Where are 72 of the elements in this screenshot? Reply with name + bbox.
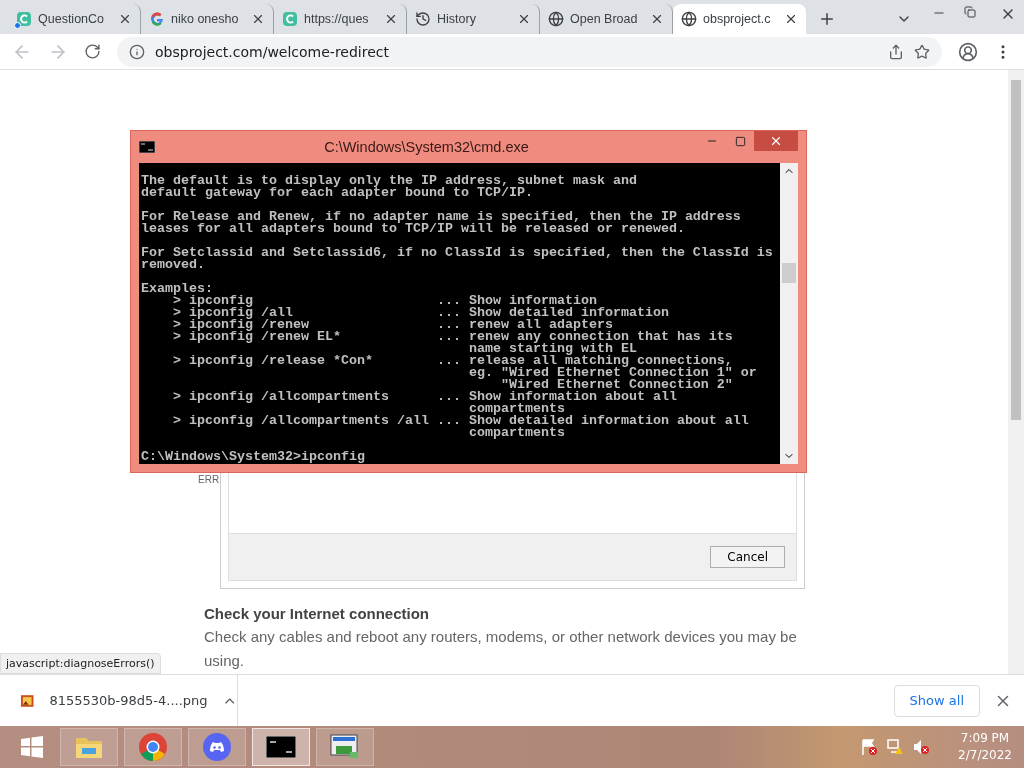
share-icon[interactable] — [888, 43, 904, 60]
console-prompt[interactable]: C:\Windows\System32>ipconfig — [141, 451, 780, 463]
console-line: default gateway for each adapter bound to TCP/IP. — [141, 187, 534, 199]
windows-logo-icon[interactable] — [20, 735, 44, 759]
console-line: compartments — [467, 403, 565, 415]
discord-icon — [202, 732, 232, 762]
close-icon[interactable] — [251, 12, 265, 26]
address-bar[interactable]: obsproject.com/welcome-redirect — [117, 36, 942, 67]
section-text: Check any cables and reboot any routers, modems, or other network devices you may be using. — [204, 627, 798, 671]
console-line: name starting with EL — [467, 343, 637, 355]
c-logo-icon — [282, 11, 298, 27]
scrollbar[interactable] — [780, 163, 798, 464]
close-icon[interactable] — [517, 12, 531, 26]
status-url: javascript:diagnoseErrors() — [0, 653, 161, 674]
console-line: Examples: — [141, 283, 213, 295]
tab-title: Open Broad — [570, 12, 638, 26]
window-title: C:\Windows\System32\cmd.exe — [323, 139, 530, 155]
tab-title: QuestionCo — [38, 12, 104, 26]
c-logo-icon — [16, 11, 32, 27]
globe-icon — [548, 11, 564, 27]
cancel-button[interactable]: Cancel — [710, 546, 785, 568]
close-icon[interactable] — [650, 12, 664, 26]
history-icon — [415, 11, 431, 27]
network-window-icon — [330, 734, 360, 760]
download-filename[interactable]: 8155530b-98d5-4....png — [49, 693, 208, 708]
google-icon — [149, 11, 165, 27]
terminal-icon — [139, 141, 155, 153]
console-line: > ipconfig /allcompartments ... Show information about all — [172, 391, 678, 403]
console-line: > ipconfig /release *Con* ... release all matching connections, — [172, 355, 734, 367]
image-file-icon — [20, 692, 36, 709]
restore-icon[interactable] — [964, 6, 976, 18]
error-code: ERR — [198, 473, 221, 487]
tab-title: niko onesho — [171, 12, 239, 26]
console-line: leases for all adapters bound to TCP/IP will be released or renewed. — [141, 223, 686, 235]
tab-title: obsproject.c — [703, 12, 771, 26]
close-icon[interactable] — [784, 12, 798, 26]
scroll-thumb[interactable] — [1011, 80, 1021, 420]
console-line: removed. — [141, 259, 206, 271]
console-line: > ipconfig /allcompartments /all ... Show detailed information about all — [172, 415, 750, 427]
url-text: obsproject.com/welcome-redirect — [155, 43, 390, 60]
section-heading: Check your Internet connection — [204, 604, 431, 624]
console-line: For Setclassid and Setclassid6, if no ClassId is specified, then the ClassId is — [141, 247, 774, 259]
scroll-thumb[interactable] — [782, 263, 796, 283]
taskbar-app[interactable] — [252, 728, 310, 766]
info-icon[interactable] — [129, 43, 145, 60]
maximize-icon[interactable] — [734, 135, 746, 147]
close-icon[interactable] — [384, 12, 398, 26]
globe-icon — [681, 11, 697, 27]
console-line: > ipconfig ... Show information — [173, 295, 597, 307]
profile-icon[interactable] — [958, 41, 978, 62]
bookmark-star-icon[interactable] — [914, 43, 930, 60]
console-line: For Release and Renew, if no adapter name is specified, then the IP address — [141, 211, 742, 223]
console-line: > ipconfig /renew ... renew all adapters — [172, 319, 613, 331]
console-line: compartments — [467, 427, 566, 439]
show-all-button[interactable]: Show all — [893, 684, 980, 717]
chrome-icon — [138, 732, 168, 762]
close-icon[interactable] — [118, 12, 132, 26]
tab-title: https://ques — [304, 12, 369, 26]
close-icon[interactable] — [769, 134, 783, 148]
console-line: eg. "Wired Ethernet Connection 1" or — [467, 367, 758, 379]
console-line: The default is to display only the IP address, subnet mask and — [141, 175, 638, 187]
new-tab-icon[interactable] — [818, 10, 836, 28]
console-line: "Wired Ethernet Connection 2" — [500, 379, 734, 391]
terminal-icon — [266, 736, 296, 758]
flag-icon[interactable] — [860, 738, 879, 756]
scrollbar[interactable] — [1008, 70, 1024, 674]
reload-icon[interactable] — [84, 43, 101, 60]
console-line: > ipconfig /renew EL* ... renew any connection that has its — [172, 331, 734, 343]
tab-title: History — [437, 12, 476, 26]
console-line: > ipconfig /all ... Show detailed information — [172, 307, 670, 319]
browser-tab[interactable]: obsproject.c — [673, 4, 806, 34]
speaker-muted-icon[interactable] — [912, 738, 931, 756]
